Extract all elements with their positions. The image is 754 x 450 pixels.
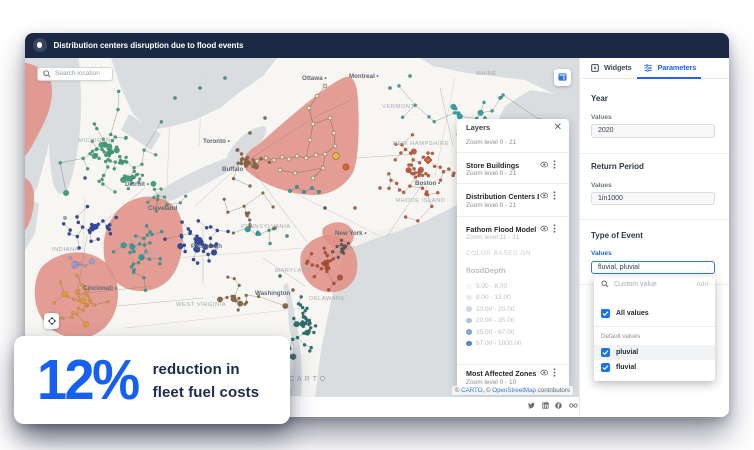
svg-text:RHODE ISLAND: RHODE ISLAND [396, 198, 446, 204]
svg-text:WEST VIRGINIA: WEST VIRGINIA [176, 302, 226, 308]
svg-text:PENNSYLVANIA: PENNSYLVANIA [241, 224, 291, 230]
svg-text:INDIANA: INDIANA [52, 247, 79, 253]
svg-text:DELAWARE: DELAWARE [309, 296, 345, 302]
svg-text:New York •: New York • [335, 230, 367, 237]
svg-text:VERMONT: VERMONT [382, 104, 415, 110]
svg-text:Ottawa •: Ottawa • [302, 75, 327, 82]
svg-text:MARYLAND: MARYLAND [275, 268, 311, 274]
svg-text:Toronto •: Toronto • [203, 138, 230, 145]
svg-text:Cleveland: Cleveland [148, 205, 177, 212]
svg-text:Buffalo: Buffalo [222, 166, 244, 173]
svg-text:Pittsburgh: Pittsburgh [191, 243, 222, 250]
svg-text:Washington: Washington [255, 290, 290, 297]
svg-text:Detroit •: Detroit • [125, 181, 149, 188]
svg-text:OHIO: OHIO [143, 251, 160, 257]
svg-text:Cincinnati •: Cincinnati • [83, 285, 117, 292]
svg-text:Montreal •: Montreal • [349, 73, 379, 80]
svg-text:NEW HAMPSHIRE: NEW HAMPSHIRE [393, 141, 449, 147]
svg-text:MAINE: MAINE [476, 71, 497, 77]
svg-text:MICHIGAN: MICHIGAN [78, 138, 111, 144]
svg-text:Boston •: Boston • [415, 180, 440, 187]
svg-text:CARTO: CARTO [289, 376, 328, 383]
